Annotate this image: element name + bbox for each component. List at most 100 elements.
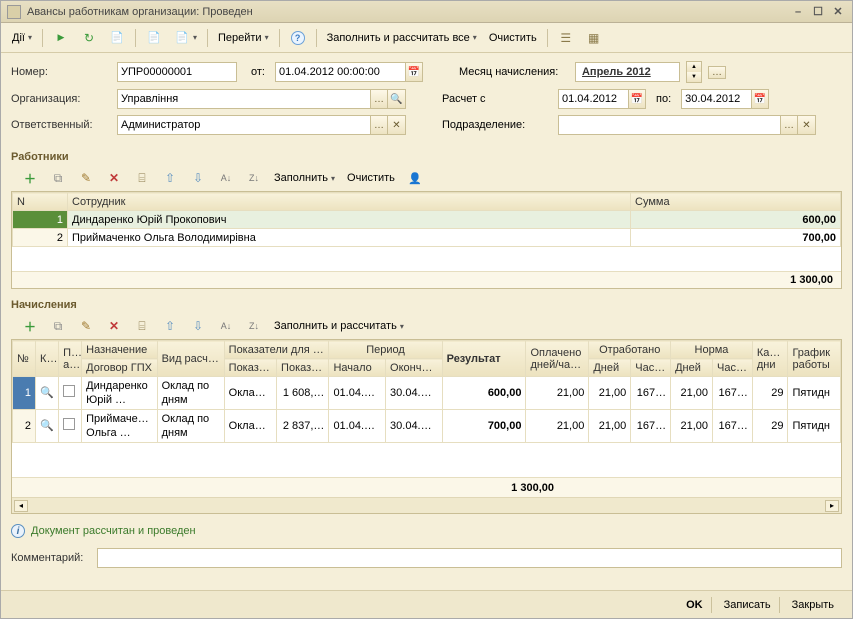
calc-to-field[interactable] (681, 89, 751, 109)
subdiv-field[interactable] (558, 115, 780, 135)
sort-asc-button[interactable] (213, 315, 239, 337)
subdiv-clear-button[interactable]: ✕ (798, 115, 816, 135)
col-paid[interactable]: Оплаченодней/ча… (526, 341, 589, 377)
resp-select-button[interactable]: … (370, 115, 388, 135)
insert-button[interactable] (45, 167, 71, 189)
checkbox[interactable] (63, 385, 75, 397)
workers-fill-menu[interactable]: Заполнить (269, 167, 340, 189)
month-down-button[interactable]: ▼ (687, 72, 701, 82)
number-field[interactable] (117, 62, 237, 82)
info-icon: i (11, 524, 25, 538)
edit-button[interactable] (73, 315, 99, 337)
copy-button[interactable] (129, 167, 155, 189)
col-caldays[interactable]: Кал…дни (752, 341, 788, 377)
sort-asc-button[interactable] (213, 167, 239, 189)
refresh-button[interactable] (76, 27, 102, 49)
sort-desc-button[interactable] (241, 167, 267, 189)
col-result[interactable]: Результат (442, 341, 526, 377)
calendar-icon[interactable]: 📅 (405, 62, 423, 82)
maximize-button[interactable]: ☐ (810, 5, 826, 19)
from-date-field[interactable] (275, 62, 405, 82)
clear-button[interactable]: Очистить (484, 27, 542, 49)
col-norm[interactable]: Норма (671, 341, 753, 359)
col-sum[interactable]: Сумма (631, 193, 841, 211)
down-icon (190, 318, 206, 334)
col-k[interactable]: К… (36, 341, 59, 377)
delete-button[interactable] (101, 315, 127, 337)
edit-button[interactable] (73, 167, 99, 189)
org-open-button[interactable]: 🔍 (388, 89, 406, 109)
calendar-icon[interactable]: 📅 (751, 89, 769, 109)
month-up-button[interactable]: ▲ (687, 62, 701, 72)
col-per2[interactable]: Оконча… (386, 359, 443, 377)
delete-button[interactable] (101, 167, 127, 189)
save-button[interactable]: Записать (716, 597, 780, 613)
checkbox[interactable] (63, 418, 75, 430)
col-period[interactable]: Период (329, 341, 442, 359)
calendar-icon[interactable]: 📅 (628, 89, 646, 109)
person-button[interactable] (402, 167, 428, 189)
col-nd[interactable]: Дней (671, 359, 713, 377)
minimize-button[interactable]: – (790, 5, 806, 19)
org-select-button[interactable]: … (370, 89, 388, 109)
insert-button[interactable] (45, 315, 71, 337)
col-per1[interactable]: Начало (329, 359, 386, 377)
calc-from-field[interactable] (558, 89, 628, 109)
workers-grid[interactable]: N Сотрудник Сумма 1 Диндаренко Юрій Прок… (11, 191, 842, 289)
help-button[interactable] (285, 27, 311, 49)
col-ind2[interactable]: Показ… (277, 359, 329, 377)
col-schedule[interactable]: Графикработы (788, 341, 841, 377)
scroll-left-button[interactable]: ◂ (14, 500, 28, 512)
move-down-button[interactable] (185, 167, 211, 189)
col-worked[interactable]: Отработано (589, 341, 671, 359)
move-down-button[interactable] (185, 315, 211, 337)
col-pa[interactable]: П…а… (59, 341, 82, 377)
po-label: по: (656, 93, 671, 105)
move-up-button[interactable] (157, 167, 183, 189)
comment-field[interactable] (97, 548, 842, 568)
workers-clear-button[interactable]: Очистить (342, 167, 400, 189)
month-select-button[interactable]: … (708, 66, 726, 79)
subdiv-select-button[interactable]: … (780, 115, 798, 135)
table-row[interactable]: 1 🔍 Диндаренко Юрій … Оклад по дням Окла… (13, 377, 841, 410)
actions-menu[interactable]: Дії (7, 27, 37, 49)
list-mode-button[interactable] (553, 27, 579, 49)
org-field[interactable] (117, 89, 370, 109)
copy-button[interactable] (129, 315, 155, 337)
col-wd[interactable]: Дней (589, 359, 631, 377)
sort-desc-button[interactable] (241, 315, 267, 337)
col-assign2[interactable]: Договор ГПХ (82, 359, 157, 377)
col-ind1[interactable]: Показ… (224, 359, 276, 377)
goto-menu[interactable]: Перейти (213, 27, 274, 49)
col-emp[interactable]: Сотрудник (68, 193, 631, 211)
accruals-fill-menu[interactable]: Заполнить и рассчитать (269, 315, 409, 337)
scroll-right-button[interactable]: ▸ (825, 500, 839, 512)
month-field[interactable]: Апрель 2012 (575, 62, 680, 82)
print-button[interactable] (141, 27, 167, 49)
accruals-grid[interactable]: № К… П…а… Назначение Вид расчета Показат… (11, 339, 842, 514)
move-up-button[interactable] (157, 315, 183, 337)
ok-button[interactable]: OK (678, 597, 712, 613)
col-wh[interactable]: Час… (631, 359, 671, 377)
col-nh[interactable]: Час… (713, 359, 753, 377)
grid-mode-button[interactable] (581, 27, 607, 49)
close-button[interactable]: Закрыть (784, 597, 842, 613)
col-indicators[interactable]: Показатели для р… (224, 341, 329, 359)
col-assign[interactable]: Назначение (82, 341, 157, 359)
doc-button[interactable] (104, 27, 130, 49)
post-button[interactable] (48, 27, 74, 49)
col-calc-type[interactable]: Вид расчета (157, 341, 224, 377)
col-n[interactable]: № (13, 341, 36, 377)
table-row[interactable]: 2 🔍 Приймачен… Ольга … Оклад по дням Окл… (13, 410, 841, 443)
resp-clear-button[interactable]: ✕ (388, 115, 406, 135)
horizontal-scrollbar[interactable]: ◂ ▸ (12, 497, 841, 513)
close-button[interactable]: ✕ (830, 5, 846, 19)
fill-calc-all-menu[interactable]: Заполнить и рассчитать все (322, 27, 482, 49)
table-row[interactable]: 1 Диндаренко Юрій Прокопович 600,00 (13, 211, 841, 229)
add-button[interactable] (17, 315, 43, 337)
table-row[interactable]: 2 Приймаченко Ольга Володимирівна 700,00 (13, 229, 841, 247)
col-n[interactable]: N (13, 193, 68, 211)
resp-field[interactable] (117, 115, 370, 135)
print-menu[interactable] (169, 27, 202, 49)
add-button[interactable] (17, 167, 43, 189)
